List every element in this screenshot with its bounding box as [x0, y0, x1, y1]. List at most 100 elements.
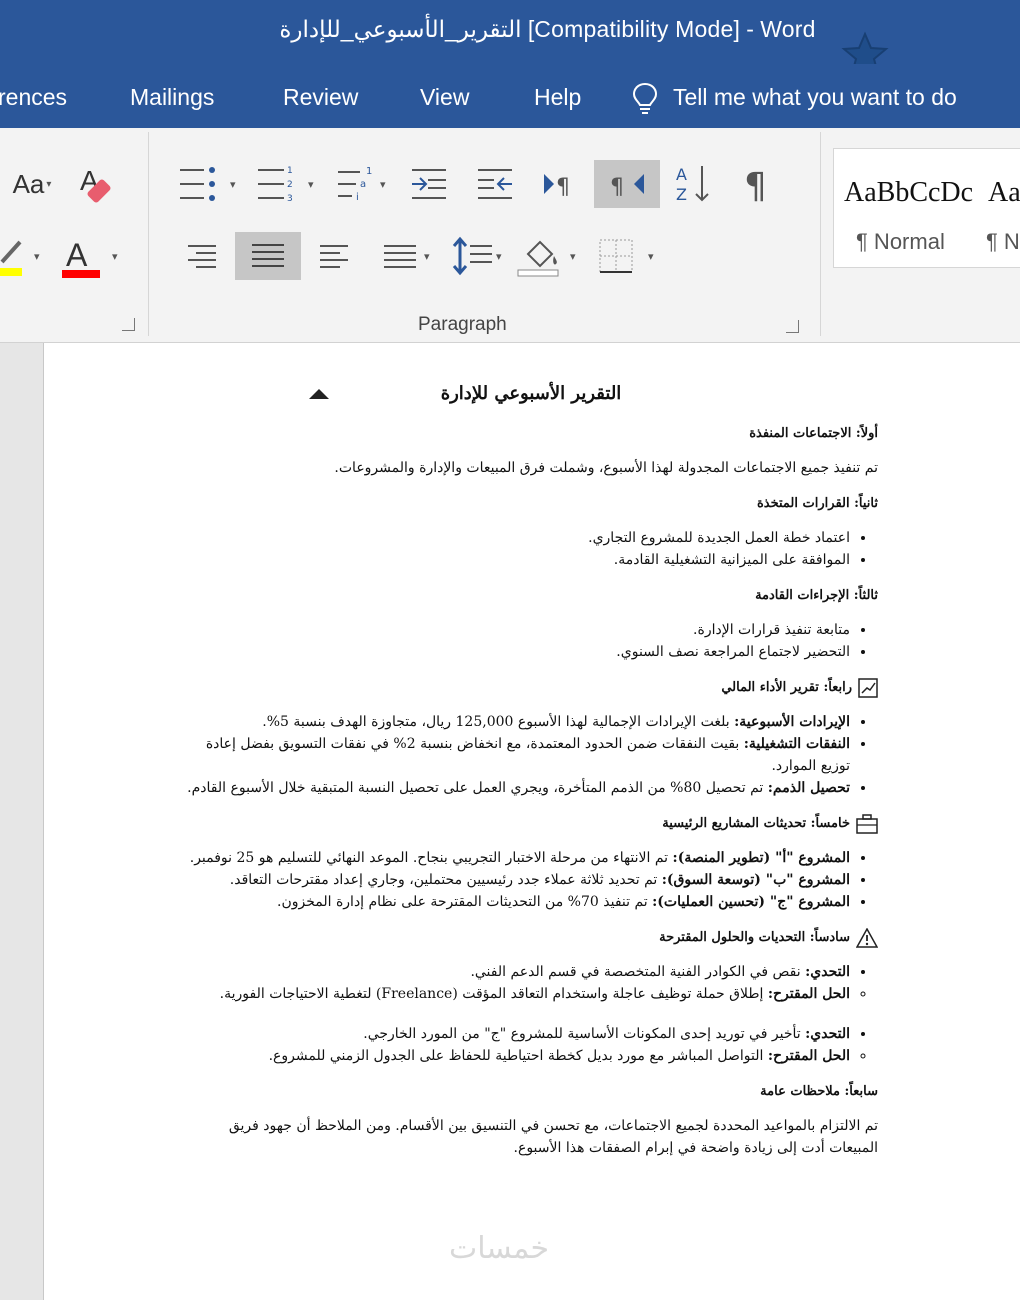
numbering-icon[interactable]: 1 2 3 [256, 164, 298, 204]
document-title-text: التقرير الأسبوعي للإدارة [440, 383, 622, 404]
paragraph-dialog-launcher-icon[interactable] [786, 320, 799, 333]
right-to-left-button[interactable]: ¶ [594, 160, 660, 208]
section-heading: ثالثاً: الإجراءات القادمة [755, 588, 878, 603]
title-bar: التقرير_الأسبوعي_للإدارة [Compatibility … [0, 0, 1020, 77]
multilevel-list-icon[interactable]: 1ai [336, 164, 376, 204]
justify-icon[interactable] [382, 242, 418, 272]
clear-formatting-icon[interactable]: A [76, 162, 120, 206]
document-body[interactable]: التقرير الأسبوعي للإدارة أولاً: الاجتماع… [184, 373, 878, 1169]
list-item: التحدي: تأخير في توريد إحدى المكونات الأ… [184, 1023, 850, 1045]
font-dialog-launcher-icon[interactable] [122, 318, 135, 331]
bullets-icon[interactable] [178, 164, 220, 204]
svg-text:Z: Z [676, 185, 687, 204]
list-item: الموافقة على الميزانية التشغيلية القادمة… [184, 549, 850, 571]
svg-text:¶: ¶ [744, 166, 767, 206]
chevron-down-icon[interactable]: ▾ [112, 250, 118, 263]
paragraph: تم الالتزام بالمواعيد المحددة لجميع الاج… [228, 1118, 878, 1156]
chevron-down-icon[interactable]: ▾ [380, 178, 386, 191]
section-heading: سادساً: التحديات والحلول المقترحة [184, 927, 878, 949]
sort-icon[interactable]: A Z [672, 162, 714, 206]
ribbon: Aa ▾ A ▾ A ▾ ▾ 123 ▾ 1ai ▾ ¶ ¶ A Z ¶ ▾ ▾… [0, 128, 1020, 343]
svg-text:a: a [360, 179, 366, 190]
section-heading: خامساً: تحديثات المشاريع الرئيسية [184, 813, 878, 835]
show-hide-marks-icon[interactable]: ¶ [738, 162, 780, 206]
svg-text:2: 2 [287, 180, 293, 190]
bullet-list: المشروع "أ" (تطوير المنصة): تم الانتهاء … [184, 847, 878, 913]
list-item: تحصيل الذمم: تم تحصيل 80% من الذمم المتأ… [184, 777, 850, 799]
paragraph: تم تنفيذ جميع الاجتماعات المجدولة لهذا ا… [334, 460, 878, 476]
tab-view[interactable]: View [420, 84, 469, 111]
bullet-list: اعتماد خطة العمل الجديدة للمشروع التجاري… [184, 527, 878, 571]
tab-references[interactable]: rences [0, 84, 67, 111]
chart-icon [858, 678, 878, 698]
list-item: المشروع "ج" (تحسين العمليات): تم تنفيذ 7… [184, 891, 850, 913]
sub-list: الحل المقترح: إطلاق حملة توظيف عاجلة واس… [184, 983, 878, 1005]
align-center-button[interactable] [235, 232, 301, 280]
briefcase-icon [856, 814, 878, 834]
highlight-color-icon[interactable] [0, 232, 30, 282]
bullet-list: التحدي: نقص في الكوادر الفنية المتخصصة ف… [184, 961, 878, 983]
section-heading: ثانياً: القرارات المتخذة [756, 496, 878, 511]
left-to-right-icon[interactable]: ¶ [540, 164, 582, 204]
list-item: الإيرادات الأسبوعية: بلغت الإيرادات الإج… [184, 711, 850, 733]
svg-text:1: 1 [287, 166, 293, 176]
list-item: التحدي: نقص في الكوادر الفنية المتخصصة ف… [184, 961, 850, 983]
tab-mailings[interactable]: Mailings [130, 84, 214, 111]
chevron-down-icon[interactable]: ▾ [230, 178, 236, 191]
list-item: المشروع "أ" (تطوير المنصة): تم الانتهاء … [184, 847, 850, 869]
group-separator [820, 132, 821, 336]
svg-text:i: i [356, 192, 359, 203]
style-name-next[interactable]: ¶ N [986, 229, 1020, 255]
style-preview-normal[interactable]: AaBbCcDc [844, 177, 973, 209]
svg-text:¶: ¶ [610, 175, 624, 200]
chevron-down-icon[interactable]: ▾ [34, 250, 40, 263]
watermark: خمسات [449, 1231, 550, 1266]
list-item: التحضير لاجتماع المراجعة نصف السنوي. [184, 641, 850, 663]
document-title: التقرير الأسبوعي للإدارة [184, 383, 878, 405]
section-heading: رابعاً: تقرير الأداء المالي [184, 677, 878, 699]
svg-text:¶: ¶ [556, 175, 570, 200]
tab-review[interactable]: Review [283, 84, 358, 111]
chevron-down-icon[interactable]: ▾ [648, 250, 654, 263]
list-item: اعتماد خطة العمل الجديدة للمشروع التجاري… [184, 527, 850, 549]
increase-indent-icon[interactable] [474, 164, 516, 204]
tell-me-search[interactable]: Tell me what you want to do [673, 84, 957, 111]
warning-icon [856, 928, 878, 948]
bullet-list: التحدي: تأخير في توريد إحدى المكونات الأ… [184, 1023, 878, 1045]
list-item: الحل المقترح: إطلاق حملة توظيف عاجلة واس… [184, 983, 850, 1005]
document-page[interactable]: التقرير الأسبوعي للإدارة أولاً: الاجتماع… [43, 343, 1020, 1300]
chevron-down-icon[interactable]: ▾ [570, 250, 576, 263]
font-color-icon[interactable]: A [58, 232, 104, 282]
shading-icon[interactable] [516, 234, 564, 280]
tab-help[interactable]: Help [534, 84, 581, 111]
decrease-indent-icon[interactable] [408, 164, 450, 204]
chevron-down-icon[interactable]: ▾ [424, 250, 430, 263]
list-item: النفقات التشغيلية: بقيت النفقات ضمن الحد… [184, 733, 850, 777]
ribbon-tabs: rences Mailings Review View Help Tell me… [0, 64, 1020, 128]
svg-text:1: 1 [366, 166, 372, 177]
align-left-icon[interactable] [316, 242, 352, 272]
chevron-down-icon[interactable]: ▾ [308, 178, 314, 191]
line-spacing-icon[interactable] [450, 236, 496, 276]
align-right-icon[interactable] [184, 242, 220, 272]
left-margin-area [0, 343, 42, 1300]
style-preview-next[interactable]: Aa [988, 177, 1020, 209]
list-item: متابعة تنفيذ قرارات الإدارة. [184, 619, 850, 641]
section-heading: أولاً: الاجتماعات المنفذة [749, 426, 878, 441]
section-heading: سابعاً: ملاحظات عامة [760, 1084, 878, 1099]
group-separator [148, 132, 149, 336]
bullet-list: الإيرادات الأسبوعية: بلغت الإيرادات الإج… [184, 711, 878, 799]
change-case-label: Aa [12, 168, 45, 199]
svg-text:A: A [676, 165, 687, 184]
right-to-left-icon: ¶ [610, 174, 644, 200]
collapse-heading-icon[interactable] [309, 389, 329, 399]
paragraph-group-label: Paragraph [418, 314, 507, 335]
borders-icon[interactable] [598, 238, 634, 274]
align-center-icon [252, 244, 284, 267]
svg-text:3: 3 [287, 194, 293, 204]
change-case-button[interactable]: Aa ▾ [6, 164, 58, 204]
bullet-list: متابعة تنفيذ قرارات الإدارة. التحضير لاج… [184, 619, 878, 663]
style-name-normal[interactable]: ¶ Normal [856, 229, 945, 255]
chevron-down-icon[interactable]: ▾ [496, 250, 502, 263]
lightbulb-icon [632, 82, 658, 114]
